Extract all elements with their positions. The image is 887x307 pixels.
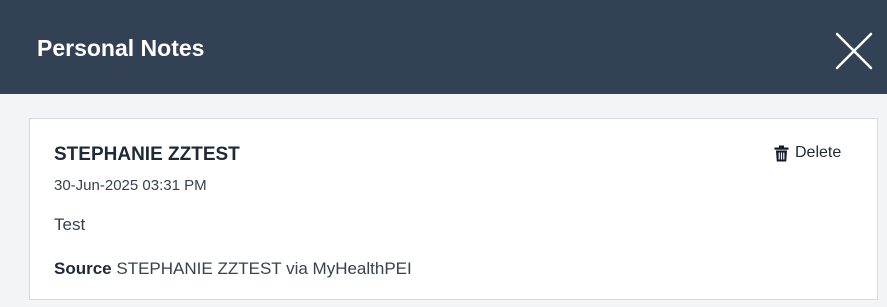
note-timestamp: 30-Jun-2025 03:31 PM [54, 177, 207, 194]
note-source: Source STEPHANIE ZZTEST via MyHealthPEI [54, 258, 412, 280]
note-author: STEPHANIE ZZTEST [54, 144, 240, 165]
source-label: Source [54, 259, 112, 278]
close-icon [835, 32, 873, 70]
close-button[interactable] [833, 30, 875, 72]
personal-notes-modal: Personal Notes STEPHANIE ZZTEST 30-Jun-2… [0, 0, 887, 307]
trash-icon [774, 145, 789, 161]
modal-title: Personal Notes [37, 35, 205, 61]
delete-button[interactable]: Delete [774, 142, 841, 164]
modal-header: Personal Notes [0, 0, 887, 94]
source-value: STEPHANIE ZZTEST via MyHealthPEI [116, 259, 412, 278]
note-text: Test [54, 215, 86, 234]
note-card: STEPHANIE ZZTEST 30-Jun-2025 03:31 PM Te… [29, 118, 878, 300]
delete-label: Delete [795, 144, 842, 161]
